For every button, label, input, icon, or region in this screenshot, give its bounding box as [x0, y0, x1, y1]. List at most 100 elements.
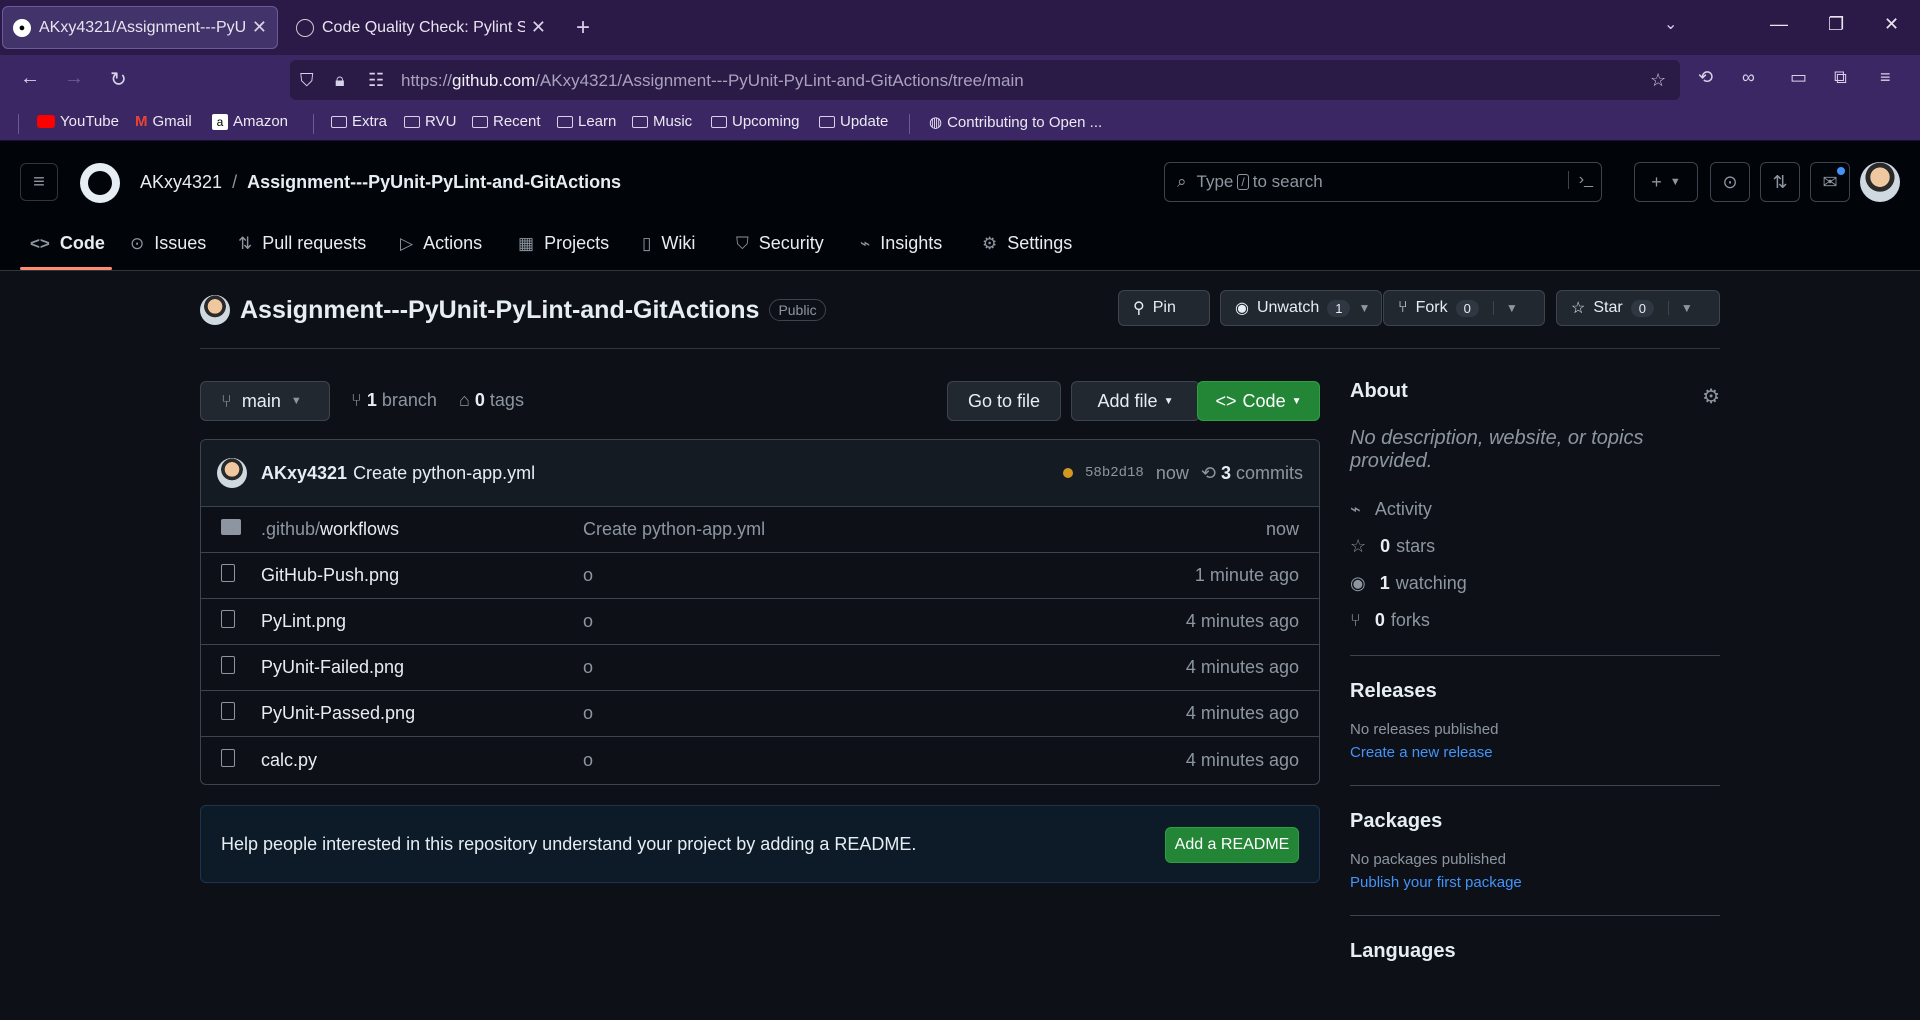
file-commit-message[interactable]: o	[583, 565, 593, 586]
repo-name[interactable]: Assignment---PyUnit-PyLint-and-GitAction…	[240, 296, 759, 325]
restore-icon[interactable]: ❐	[1828, 14, 1844, 35]
github-logo-icon[interactable]	[80, 163, 120, 203]
tab-insights[interactable]: ⌁ Insights	[860, 233, 942, 254]
activity-link[interactable]: ⌁ Activity	[1350, 499, 1720, 520]
extensions-icon[interactable]: ⧉	[1834, 67, 1847, 88]
bookmark-star-icon[interactable]: ☆	[1650, 70, 1666, 91]
bookmark-amazon[interactable]: a Amazon	[212, 113, 288, 130]
hamburger-menu-icon[interactable]: ≡	[20, 163, 58, 201]
address-bar[interactable]: ⛉ 🔒︎ ☷ https://github.com/AKxy4321/Assig…	[290, 60, 1680, 100]
file-name[interactable]: calc.py	[261, 750, 317, 771]
private-mask-icon[interactable]: ∞	[1742, 67, 1755, 88]
tab-projects[interactable]: ▦ Projects	[518, 233, 609, 254]
pull-requests-icon[interactable]: ⇅	[1760, 162, 1800, 202]
commit-message[interactable]: Create python-app.yml	[353, 463, 535, 484]
go-to-file-button[interactable]: Go to file	[947, 381, 1061, 421]
owner-link[interactable]: AKxy4321	[140, 172, 222, 192]
watchers-link[interactable]: ◉ 1 watching	[1350, 573, 1720, 594]
tab-settings[interactable]: ⚙ Settings	[982, 233, 1072, 254]
status-dot[interactable]	[1063, 468, 1074, 478]
list-tabs-chevron-icon[interactable]: ⌄	[1664, 14, 1677, 34]
tab-wiki[interactable]: ▯ Wiki	[642, 233, 695, 254]
bookmark-gmail[interactable]: M Gmail	[135, 113, 192, 130]
publish-package-link[interactable]: Publish your first package	[1350, 874, 1720, 891]
branch-selector[interactable]: ⑂ main ▼	[200, 381, 330, 421]
url-text[interactable]: https://github.com/AKxy4321/Assignment--…	[401, 71, 1024, 91]
file-name[interactable]: GitHub-Push.png	[261, 565, 399, 586]
branches-link[interactable]: ⑂ 1 branch	[351, 390, 437, 411]
fork-button[interactable]: ⑂ Fork 0 ▼	[1383, 290, 1545, 326]
bookmark-folder-rvu[interactable]: RVU	[404, 113, 456, 130]
bookmark-folder-music[interactable]: Music	[632, 113, 692, 130]
permissions-icon[interactable]: ☷	[368, 70, 384, 91]
commits-link[interactable]: ⟲ 3 commits	[1201, 463, 1303, 484]
table-row[interactable]: GitHub-Push.png o 1 minute ago	[201, 553, 1319, 599]
pin-button[interactable]: ⚲ Pin	[1118, 290, 1210, 326]
add-file-button[interactable]: Add file ▼	[1071, 381, 1200, 421]
file-commit-message[interactable]: o	[583, 611, 593, 632]
menu-icon[interactable]: ≡	[1880, 67, 1891, 88]
browser-tab-github[interactable]: ● AKxy4321/Assignment---PyUnit ✕	[2, 6, 278, 49]
search-input[interactable]: ⌕ Type / to search ›_	[1164, 162, 1602, 202]
author-avatar[interactable]	[217, 458, 247, 488]
unwatch-button[interactable]: ◉ Unwatch 1 ▼	[1220, 290, 1382, 326]
tags-link[interactable]: ⌂ 0 tags	[459, 390, 524, 411]
minimize-icon[interactable]: —	[1770, 14, 1788, 35]
close-tab-icon[interactable]: ✕	[531, 17, 546, 38]
repo-link[interactable]: Assignment---PyUnit-PyLint-and-GitAction…	[247, 172, 621, 192]
reload-icon[interactable]: ↻	[110, 67, 127, 92]
file-commit-message[interactable]: o	[583, 657, 593, 678]
back-arrow-icon[interactable]: ←	[20, 67, 40, 90]
bookmark-contributing[interactable]: ◍ Contributing to Open ...	[929, 113, 1102, 132]
add-readme-button[interactable]: Add a README	[1165, 827, 1299, 863]
create-release-link[interactable]: Create a new release	[1350, 744, 1720, 761]
file-name[interactable]: PyLint.png	[261, 611, 346, 632]
bookmark-folder-extra[interactable]: Extra	[331, 113, 387, 130]
create-new-button[interactable]: + ▼	[1634, 162, 1698, 202]
issues-icon[interactable]: ⊙	[1710, 162, 1750, 202]
stars-link[interactable]: ☆ 0 stars	[1350, 536, 1720, 557]
releases-heading[interactable]: Releases	[1350, 680, 1720, 703]
table-row[interactable]: PyUnit-Failed.png o 4 minutes ago	[201, 645, 1319, 691]
forks-link[interactable]: ⑂ 0 forks	[1350, 610, 1720, 631]
bookmark-folder-upcoming[interactable]: Upcoming	[711, 113, 800, 130]
tab-security[interactable]: ⛉ Security	[736, 233, 824, 254]
new-tab-icon[interactable]: +	[576, 14, 590, 42]
bookmark-folder-learn[interactable]: Learn	[557, 113, 616, 130]
bookmark-folder-update[interactable]: Update	[819, 113, 888, 130]
avatar[interactable]	[1860, 162, 1900, 202]
table-row[interactable]: PyUnit-Passed.png o 4 minutes ago	[201, 691, 1319, 737]
file-name[interactable]: .github/workflows	[261, 519, 399, 540]
tab-issues[interactable]: ⊙ Issues	[130, 233, 206, 254]
bookmark-folder-recent[interactable]: Recent	[472, 113, 541, 130]
sidebar-icon[interactable]: ▭	[1790, 67, 1807, 88]
packages-heading[interactable]: Packages	[1350, 810, 1720, 833]
commit-author[interactable]: AKxy4321	[261, 463, 347, 484]
table-row[interactable]: .github/workflows Create python-app.yml …	[201, 507, 1319, 553]
file-commit-message[interactable]: o	[583, 750, 593, 771]
history-icon[interactable]: ⟲	[1698, 67, 1713, 88]
forward-arrow-icon[interactable]: →	[64, 67, 84, 90]
browser-tab-chatgpt[interactable]: Code Quality Check: Pylint Sugg ✕	[286, 6, 556, 49]
bookmark-youtube[interactable]: YouTube	[37, 113, 119, 130]
table-row[interactable]: calc.py o 4 minutes ago	[201, 737, 1319, 783]
owner-avatar[interactable]	[200, 295, 230, 325]
gear-icon[interactable]: ⚙	[1702, 384, 1720, 409]
commit-sha[interactable]: 58b2d18	[1085, 465, 1144, 481]
file-name[interactable]: PyUnit-Passed.png	[261, 703, 415, 724]
close-window-icon[interactable]: ✕	[1884, 14, 1899, 35]
inbox-icon[interactable]: ✉	[1810, 162, 1850, 202]
lock-icon[interactable]: 🔒︎	[335, 70, 345, 91]
file-name[interactable]: PyUnit-Failed.png	[261, 657, 404, 678]
tab-actions[interactable]: ▷ Actions	[400, 233, 482, 254]
table-row[interactable]: PyLint.png o 4 minutes ago	[201, 599, 1319, 645]
star-button[interactable]: ☆ Star 0 ▼	[1556, 290, 1720, 326]
code-button[interactable]: <> Code ▼	[1197, 381, 1320, 421]
tab-code[interactable]: <> Code	[30, 233, 105, 254]
close-tab-icon[interactable]: ✕	[252, 17, 267, 38]
shield-icon[interactable]: ⛉	[300, 70, 314, 91]
command-palette-icon[interactable]: ›_	[1567, 171, 1593, 189]
tab-pull-requests[interactable]: ⇅ Pull requests	[238, 233, 366, 254]
file-commit-message[interactable]: Create python-app.yml	[583, 519, 765, 540]
file-commit-message[interactable]: o	[583, 703, 593, 724]
